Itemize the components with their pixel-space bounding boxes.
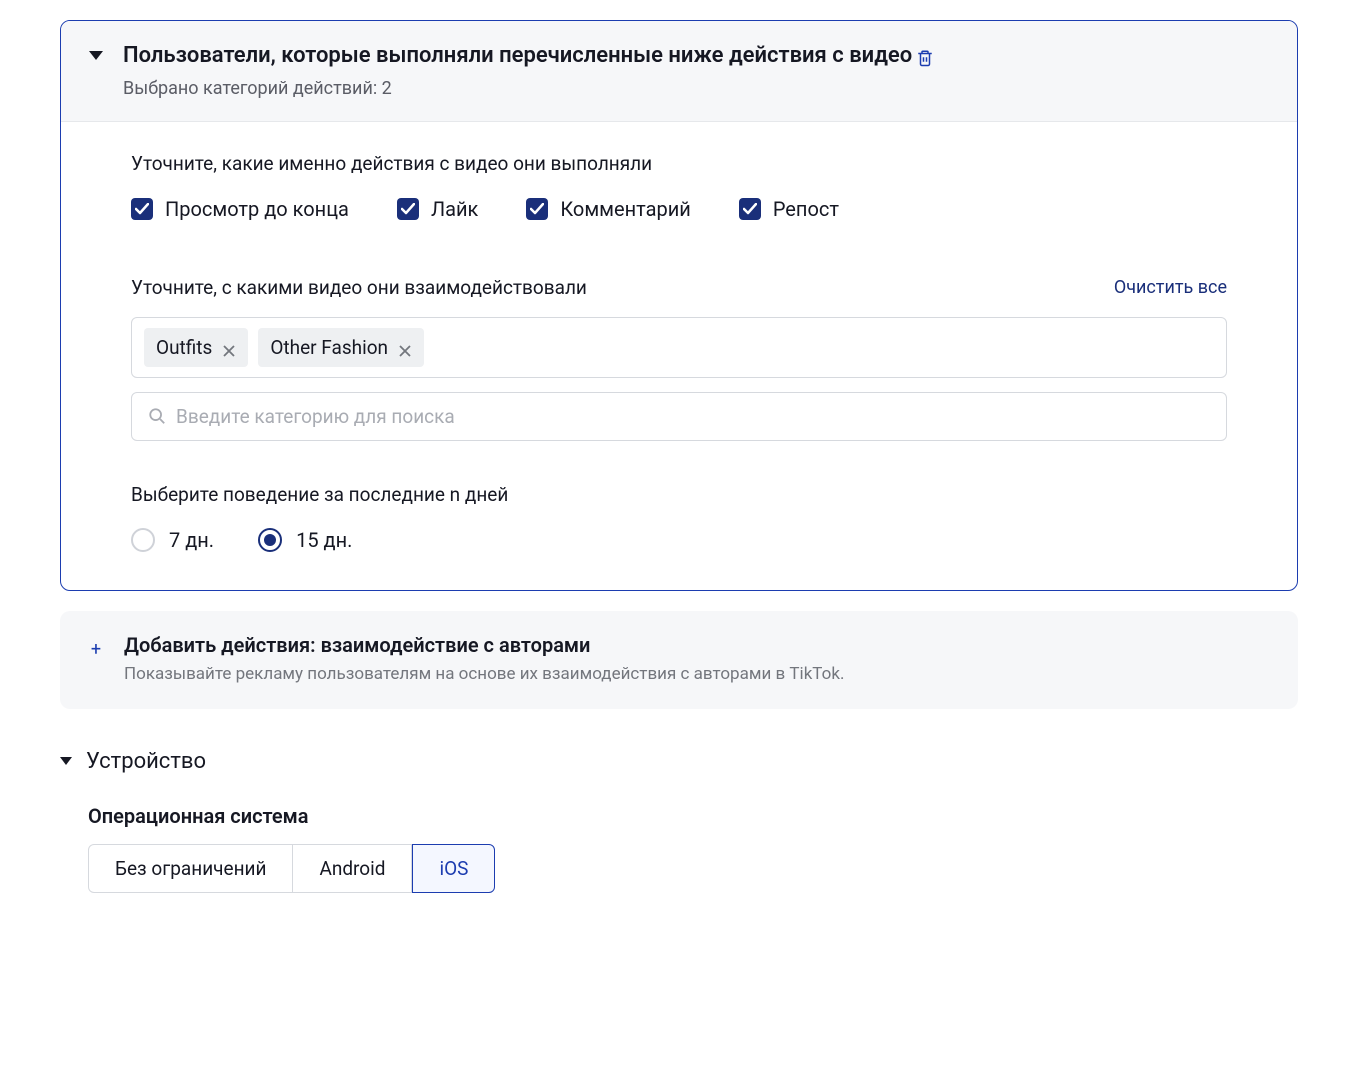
radio-15-days[interactable]: 15 дн. xyxy=(258,528,352,552)
panel-header[interactable]: Пользователи, которые выполняли перечисл… xyxy=(61,21,1297,122)
checkbox-row: Просмотр до конца Лайк Комментарий Репос… xyxy=(131,197,1227,221)
search-icon xyxy=(148,407,166,425)
chevron-down-icon xyxy=(60,757,72,765)
chevron-down-icon[interactable] xyxy=(89,51,103,60)
os-segment-row: Без ограничений Android iOS xyxy=(88,844,1298,893)
panel-title-text: Пользователи, которые выполняли перечисл… xyxy=(123,41,912,72)
checkbox-watch-complete[interactable]: Просмотр до конца xyxy=(131,197,349,221)
category-search-box[interactable] xyxy=(131,392,1227,441)
interacted-header-row: Уточните, с какими видео они взаимодейст… xyxy=(131,276,1227,299)
os-label: Операционная система xyxy=(88,804,1298,828)
checkbox-label: Лайк xyxy=(431,197,478,221)
add-panel-content: Добавить действия: взаимодействие с авто… xyxy=(124,633,844,687)
add-creator-interaction-panel[interactable]: + Добавить действия: взаимодействие с ав… xyxy=(60,611,1298,709)
plus-icon: + xyxy=(88,639,104,660)
checkbox-icon xyxy=(397,198,419,220)
checkbox-label: Просмотр до конца xyxy=(165,197,349,221)
checkbox-comment[interactable]: Комментарий xyxy=(526,197,690,221)
refine-actions-label: Уточните, какие именно действия с видео … xyxy=(131,152,1227,175)
checkbox-repost[interactable]: Репост xyxy=(739,197,839,221)
close-icon[interactable] xyxy=(398,340,412,354)
radio-7-days[interactable]: 7 дн. xyxy=(131,528,214,552)
checkbox-icon xyxy=(739,198,761,220)
tag-outfits: Outfits xyxy=(144,328,248,367)
tag-label: Outfits xyxy=(156,336,212,359)
panel-title: Пользователи, которые выполняли перечисл… xyxy=(123,41,1269,72)
checkbox-icon xyxy=(131,198,153,220)
interacted-label: Уточните, с какими видео они взаимодейст… xyxy=(131,276,587,299)
tag-other-fashion: Other Fashion xyxy=(258,328,424,367)
device-section: Устройство Операционная система Без огра… xyxy=(60,749,1298,893)
radio-label: 15 дн. xyxy=(296,528,352,552)
segment-android[interactable]: Android xyxy=(293,844,412,893)
checkbox-label: Репост xyxy=(773,197,839,221)
selected-categories-box[interactable]: Outfits Other Fashion xyxy=(131,317,1227,378)
video-actions-panel: Пользователи, которые выполняли перечисл… xyxy=(60,20,1298,591)
checkbox-like[interactable]: Лайк xyxy=(397,197,478,221)
trash-icon[interactable] xyxy=(916,46,934,66)
panel-body: Уточните, какие именно действия с видео … xyxy=(61,122,1297,590)
add-panel-title: Добавить действия: взаимодействие с авто… xyxy=(124,633,844,657)
segment-no-limit[interactable]: Без ограничений xyxy=(88,844,293,893)
segment-ios[interactable]: iOS xyxy=(412,844,495,893)
device-title: Устройство xyxy=(86,749,206,774)
checkbox-label: Комментарий xyxy=(560,197,690,221)
device-header[interactable]: Устройство xyxy=(60,749,1298,774)
add-panel-desc: Показывайте рекламу пользователям на осн… xyxy=(124,663,844,687)
clear-all-link[interactable]: Очистить все xyxy=(1114,277,1227,298)
panel-subtitle: Выбрано категорий действий: 2 xyxy=(123,78,1269,99)
checkbox-icon xyxy=(526,198,548,220)
radio-label: 7 дн. xyxy=(169,528,214,552)
category-search-input[interactable] xyxy=(176,405,1210,428)
panel-header-content: Пользователи, которые выполняли перечисл… xyxy=(123,41,1269,99)
close-icon[interactable] xyxy=(222,340,236,354)
radio-icon xyxy=(131,528,155,552)
radio-icon xyxy=(258,528,282,552)
radio-row: 7 дн. 15 дн. xyxy=(131,528,1227,552)
behavior-days-label: Выберите поведение за последние n дней xyxy=(131,483,1227,506)
tag-label: Other Fashion xyxy=(270,336,388,359)
